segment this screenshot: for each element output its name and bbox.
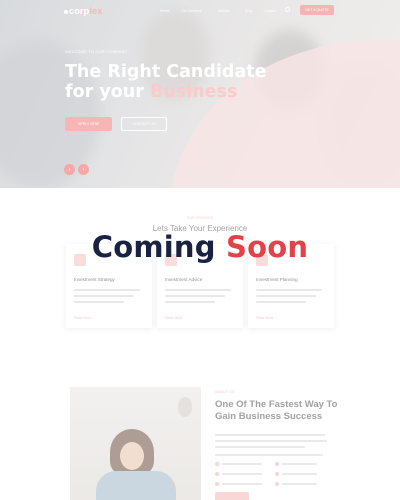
top-navigation: corplex Home Our Services Articles Blog … (0, 0, 400, 22)
slider-prev-icon[interactable]: ‹ (64, 164, 75, 175)
nav-menu: Home (160, 9, 169, 13)
text-line (256, 295, 316, 297)
about-button[interactable] (215, 492, 249, 500)
check-icon (215, 472, 219, 477)
check-icon (275, 482, 279, 487)
read-more-link[interactable]: Read More (74, 316, 91, 320)
lamp-shape (178, 397, 192, 417)
services-kicker: OUR SERVICES (186, 216, 214, 220)
soon-word: Soon (226, 230, 309, 264)
text-line (222, 463, 262, 465)
text-line (282, 463, 317, 465)
nav-menu: Contact (264, 9, 276, 13)
hero-title-accent: Business (149, 82, 238, 102)
feature-item (215, 462, 222, 467)
photo-face (120, 442, 144, 470)
about-title: One Of The Fastest Way To Gain Business … (215, 399, 338, 422)
check-icon (275, 462, 279, 467)
photo-body (96, 471, 176, 500)
text-line (165, 295, 225, 297)
nav-menu: Articles (218, 9, 229, 13)
nav-menu: Our Services (181, 9, 201, 13)
hero-title-line2: for your (65, 82, 150, 102)
service-card-title: Investment Advice (165, 277, 203, 282)
text-line (165, 301, 215, 303)
services-section: OUR SERVICES Lets Take Your Experience I… (0, 188, 400, 358)
coming-word: Coming (91, 230, 216, 264)
service-card-title: Investment Strategy (74, 277, 115, 282)
text-line (215, 434, 325, 436)
text-line (282, 473, 317, 475)
apply-now-button[interactable]: APPLY NOW (65, 117, 112, 131)
about-section: ABOUT US One Of The Fastest Way To Gain … (0, 358, 400, 500)
feature-item (275, 482, 282, 487)
about-photo (70, 387, 201, 500)
text-line (74, 289, 140, 291)
text-line (74, 295, 134, 297)
text-line (215, 446, 305, 448)
text-line (165, 289, 231, 291)
contact-us-button[interactable]: CONTACT US (121, 117, 167, 131)
logo-text: corp (69, 6, 90, 16)
text-line (256, 289, 322, 291)
nav-item-services[interactable]: Our Services (181, 9, 201, 13)
logo-mark-icon (64, 9, 68, 14)
logo[interactable]: corplex (64, 6, 102, 16)
page: corplex Home Our Services Articles Blog … (0, 0, 400, 500)
nav-menu: Blog (245, 9, 252, 13)
text-line (256, 301, 306, 303)
read-more-link[interactable]: Read More (165, 316, 182, 320)
check-icon (215, 462, 219, 467)
about-kicker: ABOUT US (215, 390, 235, 394)
slider-next-icon[interactable]: › (78, 164, 89, 175)
get-quote-button[interactable]: GET A QUOTE (300, 5, 334, 15)
feature-item (215, 472, 222, 477)
feature-item (275, 472, 282, 477)
feature-item (215, 482, 222, 487)
check-icon (275, 472, 279, 477)
hero-section: corplex Home Our Services Articles Blog … (0, 0, 400, 188)
hero-title-line1: The Right Candidate (65, 62, 267, 82)
search-icon[interactable] (285, 7, 290, 12)
read-more-link[interactable]: Read More (256, 316, 273, 320)
hero-title: The Right Candidate for your Business (65, 62, 266, 102)
text-line (215, 454, 323, 456)
check-icon (215, 482, 219, 487)
nav-item-blog[interactable]: Blog (245, 9, 252, 13)
nav-item-home[interactable]: Home (160, 9, 169, 13)
nav-item-contact[interactable]: Contact (264, 9, 276, 13)
hero-kicker: WELCOME TO OUR COMPANY (65, 49, 128, 54)
text-line (222, 483, 262, 485)
text-line (282, 483, 317, 485)
nav-item-articles[interactable]: Articles (218, 9, 229, 13)
logo-accent-text: lex (89, 6, 103, 16)
coming-soon-heading: Coming Soon (0, 230, 400, 264)
text-line (215, 440, 327, 442)
service-card-title: Investment Planning (256, 277, 298, 282)
feature-item (275, 462, 282, 467)
text-line (74, 301, 124, 303)
text-line (222, 473, 262, 475)
